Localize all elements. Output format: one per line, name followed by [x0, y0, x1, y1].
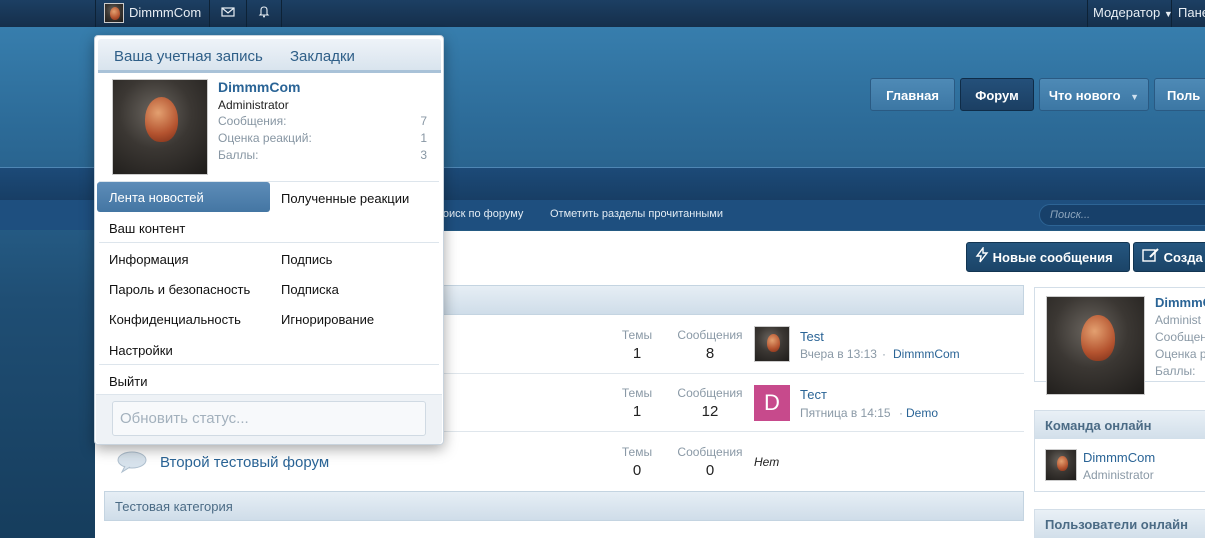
users-online-title: Пользователи онлайн [1035, 510, 1205, 538]
user-avatar-small[interactable] [104, 3, 124, 23]
posts-count: 0 [705, 462, 715, 479]
last-post-user[interactable]: DimmmCom [893, 347, 960, 361]
top-bar: DimmmCom Модератор ▼ Пане [0, 0, 1205, 27]
search-forum-link[interactable]: Поиск по форуму [435, 208, 523, 220]
moderator-menu[interactable]: Модератор ▼ [1093, 0, 1173, 27]
staff-avatar[interactable] [1045, 449, 1077, 481]
popup-avatar[interactable] [112, 79, 208, 175]
threads-label: Темы [621, 386, 653, 400]
envelope-icon[interactable] [221, 1, 235, 28]
nav-home[interactable]: Главная [870, 78, 955, 111]
forum-title[interactable]: Второй тестовый форум [160, 454, 329, 471]
posts-count: 8 [705, 345, 715, 362]
sidebar-user-name[interactable]: DimmmCom [1155, 295, 1205, 310]
sidebar-stat: Оценка р [1155, 347, 1205, 361]
top-bar-divider [95, 0, 96, 27]
nav-users[interactable]: Поль [1154, 78, 1205, 111]
moderator-label: Модератор [1093, 5, 1161, 20]
users-online-box: Пользователи онлайн [1034, 509, 1205, 538]
bell-icon[interactable] [258, 1, 270, 28]
sidebar-stat: Баллы: [1155, 364, 1196, 378]
posts-label: Сообщения [677, 386, 743, 400]
lightning-icon [975, 244, 989, 274]
top-bar-divider [281, 0, 282, 27]
threads-label: Темы [621, 445, 653, 459]
menu-news-feed[interactable]: Лента новостей [97, 182, 270, 212]
top-bar-divider [1171, 0, 1172, 27]
last-post-time: Пятница в 14:15 [800, 406, 891, 420]
sidebar-avatar[interactable] [1046, 296, 1145, 395]
staff-online-box: Команда онлайн DimmmCom Administrator [1034, 410, 1205, 492]
posts-label: Сообщения [677, 445, 743, 459]
last-post-user[interactable]: Demo [906, 406, 938, 420]
create-thread-button[interactable]: Созда [1133, 242, 1205, 272]
menu-logout[interactable]: Выйти [109, 374, 148, 389]
staff-online-title: Команда онлайн [1035, 411, 1205, 439]
category-header[interactable]: Тестовая категория [104, 491, 1024, 521]
tab-account[interactable]: Ваша учетная запись [114, 48, 263, 65]
menu-subscription[interactable]: Подписка [281, 282, 339, 297]
divider [99, 242, 439, 243]
last-post-time: Вчера в 13:13 [800, 347, 877, 361]
admin-panel-link[interactable]: Пане [1178, 0, 1205, 27]
popup-tabs: Ваша учетная запись Закладки [98, 39, 441, 73]
sidebar-user-box: DimmmCom Administ Сообщен Оценка р Баллы… [1034, 287, 1205, 395]
sidebar-user-role: Administ [1155, 313, 1202, 327]
new-posts-button[interactable]: Новые сообщения [966, 242, 1130, 272]
stat-label: Сообщения: [218, 114, 287, 128]
menu-password[interactable]: Пароль и безопасность [109, 282, 250, 297]
threads-count: 1 [632, 403, 642, 420]
top-bar-divider [246, 0, 247, 27]
menu-your-content[interactable]: Ваш контент [109, 221, 185, 236]
last-post-avatar[interactable] [754, 326, 790, 362]
last-post-title[interactable]: Test [800, 329, 824, 344]
no-posts-label: Нет [754, 455, 780, 469]
menu-settings[interactable]: Настройки [109, 343, 173, 358]
stat-value: 3 [420, 148, 427, 162]
menu-signature[interactable]: Подпись [281, 252, 332, 267]
posts-count: 12 [701, 403, 719, 420]
stat-label: Баллы: [218, 148, 259, 162]
tab-bookmarks[interactable]: Закладки [290, 48, 355, 65]
speech-bubble-icon [116, 450, 148, 477]
divider [99, 364, 439, 365]
separator-dot: · [899, 406, 903, 420]
separator-dot: · [882, 347, 886, 361]
edit-icon [1142, 244, 1160, 274]
menu-privacy[interactable]: Конфиденциальность [109, 312, 241, 327]
menu-reactions[interactable]: Полученные реакции [281, 191, 409, 206]
nav-whats-new[interactable]: Что нового ▼ [1039, 78, 1149, 111]
popup-user-role: Administrator [218, 98, 289, 112]
create-label: Созда [1163, 250, 1203, 265]
nav-whats-new-label: Что нового [1048, 88, 1121, 103]
stat-value: 1 [420, 131, 427, 145]
threads-label: Темы [621, 328, 653, 342]
staff-name[interactable]: DimmmCom [1083, 450, 1155, 465]
last-post-title[interactable]: Тест [800, 387, 827, 402]
staff-role: Administrator [1083, 468, 1154, 482]
popup-user-name[interactable]: DimmmCom [218, 79, 300, 95]
posts-label: Сообщения [677, 328, 743, 342]
threads-count: 1 [632, 345, 642, 362]
account-popup: Ваша учетная запись Закладки DimmmCom Ad… [94, 35, 444, 445]
last-post-avatar-letter[interactable]: D [754, 385, 790, 421]
stat-label: Оценка реакций: [218, 131, 312, 145]
new-posts-label: Новые сообщения [992, 250, 1113, 265]
sidebar-stat: Сообщен [1155, 330, 1205, 344]
nav-forum[interactable]: Форум [960, 78, 1034, 111]
caret-down-icon: ▼ [1130, 92, 1140, 102]
menu-ignoring[interactable]: Игнорирование [281, 312, 374, 327]
threads-count: 0 [632, 462, 642, 479]
account-link[interactable]: DimmmCom [129, 0, 201, 27]
top-bar-divider [1087, 0, 1088, 27]
mark-read-link[interactable]: Отметить разделы прочитанными [550, 208, 723, 220]
menu-info[interactable]: Информация [109, 252, 189, 267]
top-bar-divider [209, 0, 210, 27]
status-input[interactable]: Обновить статус... [112, 401, 426, 436]
search-input[interactable]: Поиск... [1039, 204, 1205, 226]
stat-value: 7 [420, 114, 427, 128]
